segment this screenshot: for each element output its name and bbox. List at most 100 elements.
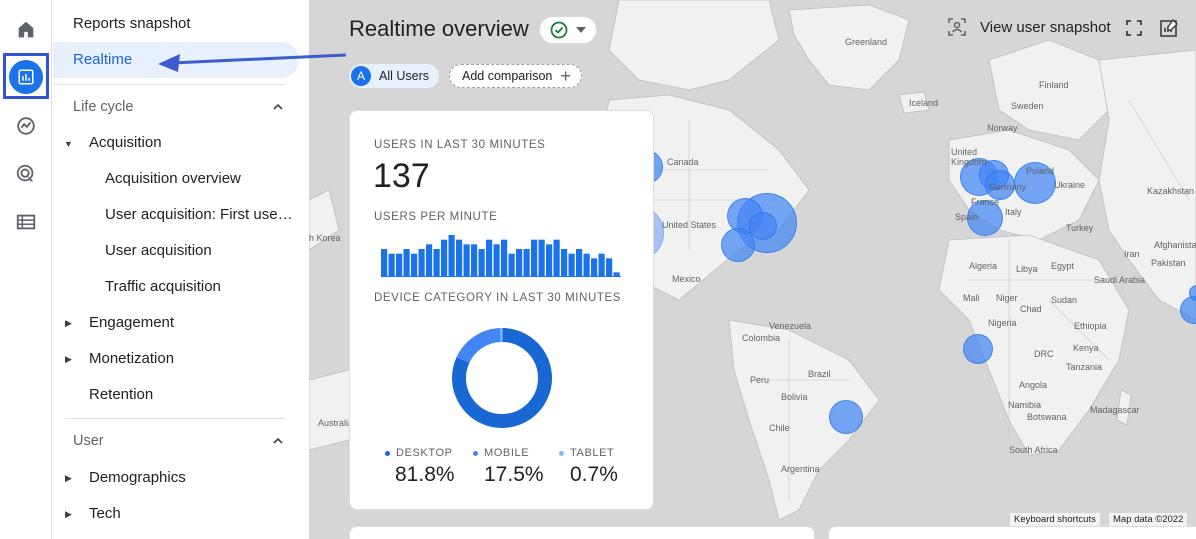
map-label: South Africa (1009, 445, 1058, 455)
realtime-card-bottom (828, 526, 1196, 539)
users-per-minute-bar[interactable] (508, 253, 515, 277)
nav-user-acquisition-first-user[interactable]: User acquisition: First user ... (105, 206, 297, 223)
nav-tech[interactable]: Tech (89, 505, 121, 522)
caret-right-icon[interactable]: ▶ (65, 509, 72, 520)
keyboard-shortcuts-link[interactable]: Keyboard shortcuts (1010, 513, 1100, 526)
map-bubble[interactable] (963, 334, 993, 364)
nav-section-life-cycle[interactable]: Life cycle (73, 99, 133, 115)
users-per-minute-bar[interactable] (388, 253, 395, 277)
users-per-minute-bar[interactable] (598, 253, 605, 277)
fullscreen-icon[interactable] (1124, 18, 1144, 38)
map-label: Namibia (1008, 400, 1042, 410)
users-per-minute-bar[interactable] (591, 258, 598, 277)
users-per-minute-bar[interactable] (463, 244, 470, 277)
users-per-minute-chart[interactable] (381, 233, 621, 277)
nav-acquisition[interactable]: Acquisition (89, 134, 162, 151)
users-per-minute-bar[interactable] (576, 249, 583, 277)
explore-icon (17, 117, 35, 135)
users-per-minute-bar[interactable] (441, 239, 448, 277)
nav-traffic-acquisition[interactable]: Traffic acquisition (105, 278, 221, 295)
users-per-minute-bar[interactable] (493, 244, 500, 277)
data-quality-dropdown[interactable] (539, 16, 597, 44)
map-label: Mali (963, 293, 980, 303)
add-comparison-button[interactable]: Add comparison + (449, 64, 582, 88)
users-per-minute-bar[interactable] (553, 239, 560, 277)
users-per-minute-bar[interactable] (531, 239, 538, 277)
users-per-minute-bar[interactable] (418, 249, 425, 277)
users-per-minute-bar[interactable] (381, 249, 388, 277)
nav-engagement[interactable]: Engagement (89, 314, 174, 331)
map-bubble[interactable] (721, 228, 755, 262)
legend-mobile: MOBILE (473, 447, 529, 459)
explore-button[interactable] (8, 108, 44, 144)
map-bubble[interactable] (749, 212, 777, 240)
map-label: Iceland (909, 98, 939, 108)
map-label: Germany (989, 182, 1027, 192)
home-button[interactable] (8, 12, 44, 48)
users-last-30-value: 137 (373, 157, 430, 195)
map-label: Bolivia (781, 392, 808, 402)
desktop-share: 81.8% (395, 463, 455, 486)
caret-down-icon[interactable]: ▼ (64, 139, 73, 149)
users-per-minute-bar[interactable] (568, 253, 575, 277)
nav-retention[interactable]: Retention (89, 386, 153, 403)
caret-right-icon[interactable]: ▶ (65, 354, 72, 365)
users-per-minute-bar[interactable] (478, 249, 485, 277)
users-per-minute-bar[interactable] (471, 244, 478, 277)
segment-avatar: A (351, 66, 371, 86)
reports-button[interactable] (8, 59, 44, 95)
users-per-minute-bar[interactable] (583, 253, 590, 277)
map-label: Norway (987, 123, 1018, 133)
legend-tablet: TABLET (559, 447, 614, 459)
map-bubble[interactable] (829, 400, 863, 434)
users-per-minute-bar[interactable] (396, 253, 403, 277)
map-label: Chile (769, 423, 790, 433)
users-per-minute-bar[interactable] (516, 249, 523, 277)
nav-section-user[interactable]: User (73, 433, 104, 449)
map-label: h Korea (309, 233, 341, 243)
chevron-up-icon[interactable] (272, 435, 284, 447)
users-per-minute-bar[interactable] (426, 244, 433, 277)
nav-acquisition-overview[interactable]: Acquisition overview (105, 170, 241, 187)
map-label: Iran (1124, 249, 1140, 259)
device-category-label: DEVICE CATEGORY IN LAST 30 MINUTES (374, 292, 622, 304)
map-label: Angola (1019, 380, 1048, 390)
users-per-minute-bar[interactable] (456, 239, 463, 277)
map-label: Argentina (781, 464, 820, 474)
customize-report-icon[interactable] (1159, 18, 1179, 38)
nav-monetization[interactable]: Monetization (89, 350, 174, 367)
users-per-minute-bar[interactable] (523, 249, 530, 277)
nav-user-acquisition[interactable]: User acquisition (105, 242, 212, 259)
caret-right-icon[interactable]: ▶ (65, 318, 72, 329)
map-label: United States (662, 220, 717, 230)
chevron-up-icon[interactable] (272, 101, 284, 113)
users-per-minute-bar[interactable] (433, 249, 440, 277)
nav-demographics[interactable]: Demographics (89, 469, 186, 486)
configure-button[interactable] (8, 204, 44, 240)
users-per-minute-bar[interactable] (403, 249, 410, 277)
legend-mobile-label: MOBILE (484, 447, 530, 459)
caret-right-icon[interactable]: ▶ (65, 473, 72, 484)
users-per-minute-bar[interactable] (501, 239, 508, 277)
device-category-donut[interactable] (451, 327, 553, 429)
map-label: Venezuela (769, 321, 812, 331)
legend-tablet-label: TABLET (570, 447, 615, 459)
plus-icon: + (560, 66, 571, 86)
users-per-minute-bar[interactable] (538, 239, 545, 277)
map-label: Mexico (672, 274, 701, 284)
users-per-minute-bar[interactable] (546, 244, 553, 277)
users-per-minute-bar[interactable] (411, 253, 418, 277)
legend-dot (385, 450, 390, 456)
users-per-minute-bar[interactable] (448, 235, 455, 277)
nav-reports-snapshot[interactable]: Reports snapshot (73, 15, 191, 32)
view-user-snapshot-button[interactable]: View user snapshot (948, 18, 1111, 36)
advertising-button[interactable] (8, 156, 44, 192)
map-label: Libya (1016, 264, 1038, 274)
map-label: Botswana (1027, 412, 1067, 422)
users-per-minute-bar[interactable] (606, 258, 613, 277)
nav-realtime[interactable]: Realtime (73, 51, 132, 68)
users-per-minute-bar[interactable] (561, 249, 568, 277)
all-users-chip[interactable]: A All Users (349, 64, 440, 88)
users-per-minute-label: USERS PER MINUTE (374, 211, 498, 223)
users-per-minute-bar[interactable] (486, 239, 493, 277)
